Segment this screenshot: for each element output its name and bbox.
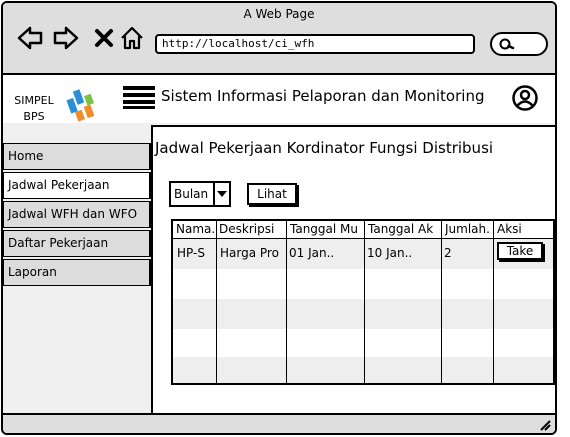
column-divider (364, 221, 365, 383)
chevron-down-icon[interactable] (213, 183, 229, 205)
sidebar-item-daftar-pekerjaan[interactable]: Daftar Pekerjaan (3, 230, 151, 257)
col-header-nama: Nama. (176, 222, 216, 236)
table-row-empty (173, 299, 553, 329)
app-logo-text: SIMPEL BPS (14, 94, 54, 123)
cell-tanggal-akhir: 10 Jan.. (367, 246, 413, 260)
search-icon (499, 38, 515, 50)
column-divider (286, 221, 287, 383)
app-header: SIMPEL BPS Sistem Informasi Pelaporan da… (3, 75, 555, 123)
period-select-value: Bulan (174, 187, 209, 201)
cell-jumlah: 2 (444, 246, 452, 260)
app-title: Sistem Informasi Pelaporan dan Monitorin… (161, 87, 485, 105)
home-icon[interactable] (119, 25, 145, 51)
schedule-table: HP-S Harga Pro 01 Jan.. 10 Jan.. 2 Take … (171, 219, 555, 385)
sidebar-item-laporan[interactable]: Laporan (3, 259, 151, 286)
cell-deskripsi: Harga Pro (220, 246, 279, 260)
resize-handle-icon[interactable] (539, 419, 551, 431)
browser-search-box[interactable] (490, 32, 548, 56)
close-icon[interactable] (91, 25, 117, 51)
forward-arrow-icon[interactable] (53, 25, 79, 51)
window-title: A Web Page (243, 7, 315, 21)
browser-statusbar (3, 413, 555, 433)
sidebar-item-jadwal-pekerjaan[interactable]: Jadwal Pekerjaan (3, 172, 151, 199)
col-header-tanggal-mulai: Tanggal Mu (290, 222, 358, 236)
sidebar-nav: Home Jadwal Pekerjaan Jadwal WFH dan WFO… (3, 143, 151, 288)
table-header: Nama. Deskripsi Tanggal Mu Tanggal Ak Ju… (173, 221, 553, 239)
column-divider (216, 221, 217, 383)
cell-tanggal-mulai: 01 Jan.. (289, 246, 335, 260)
table-row: HP-S Harga Pro 01 Jan.. 10 Jan.. 2 Take (173, 239, 553, 269)
column-divider (441, 221, 442, 383)
col-header-jumlah: Jumlah. (445, 222, 490, 236)
header-divider (173, 238, 553, 239)
main-content: Jadwal Pekerjaan Kordinator Fungsi Distr… (151, 125, 555, 413)
table-row-empty (173, 357, 553, 383)
browser-toolbar: A Web Page http://localhost/ci_wfh (3, 3, 555, 75)
col-header-deskripsi: Deskripsi (219, 222, 275, 236)
sidebar-item-jadwal-wfh-wfo[interactable]: Jadwal WFH dan WFO (3, 201, 151, 228)
back-arrow-icon[interactable] (17, 25, 43, 51)
col-header-aksi: Aksi (497, 222, 522, 236)
table-row-empty (173, 329, 553, 359)
bps-logo-icon (66, 89, 95, 122)
hamburger-menu-icon[interactable] (123, 85, 155, 109)
cell-nama: HP-S (177, 246, 205, 260)
url-input[interactable]: http://localhost/ci_wfh (155, 34, 475, 54)
view-button[interactable]: Lihat (247, 183, 297, 205)
browser-window: A Web Page http://localhost/ci_wfh SIMPE… (1, 1, 557, 435)
user-avatar-icon[interactable] (512, 85, 538, 111)
take-button[interactable]: Take (497, 242, 543, 260)
page-title: Jadwal Pekerjaan Kordinator Fungsi Distr… (155, 139, 494, 157)
col-header-tanggal-akhir: Tanggal Ak (368, 222, 434, 236)
period-select[interactable]: Bulan (169, 181, 231, 207)
column-divider (493, 221, 494, 383)
sidebar-item-home[interactable]: Home (3, 143, 151, 170)
table-row-empty (173, 269, 553, 299)
